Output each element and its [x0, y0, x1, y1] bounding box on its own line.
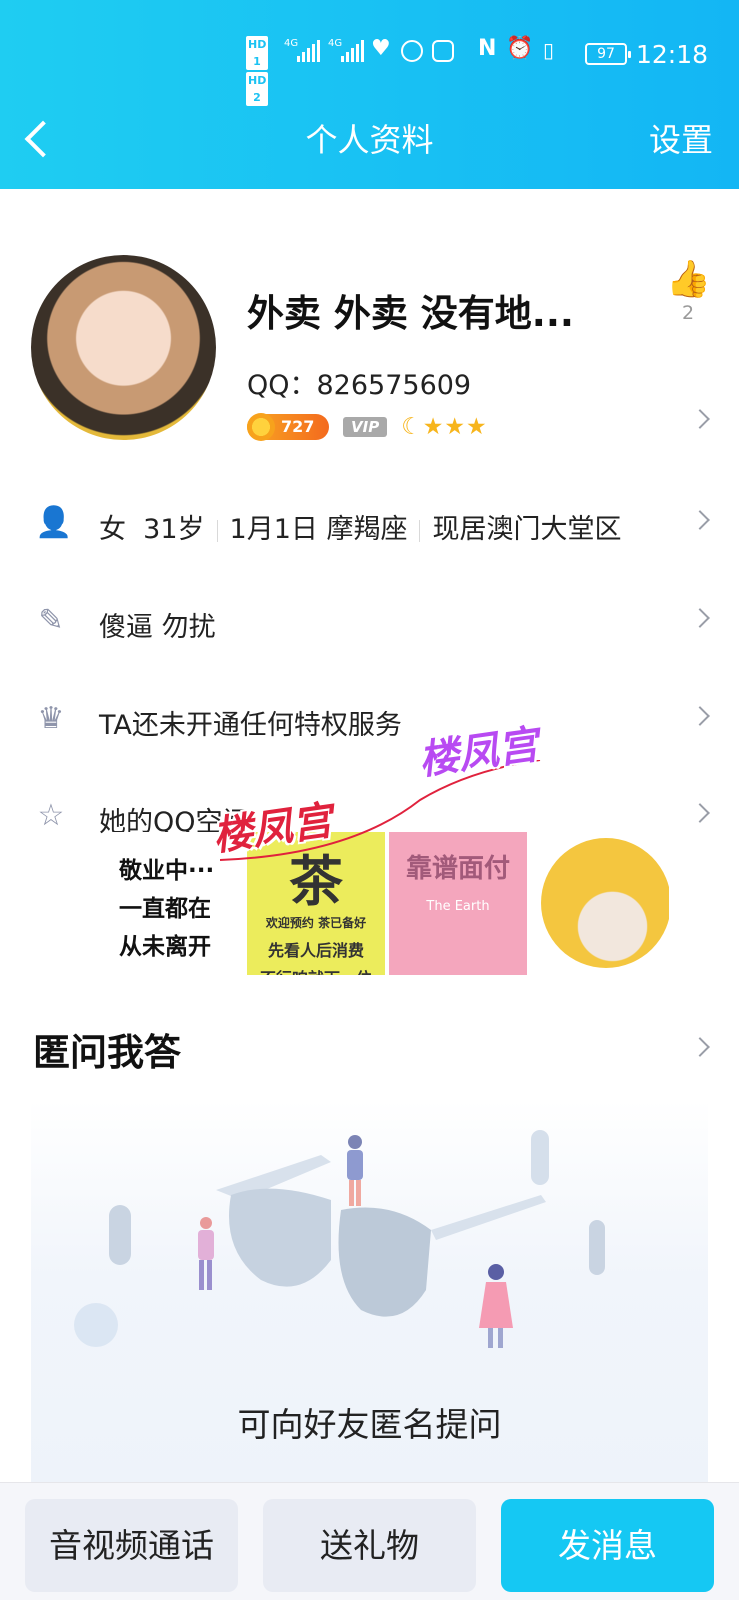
alarm-icon: ⏰	[506, 36, 534, 61]
profile-chevron-icon[interactable]	[690, 409, 710, 429]
photo-text-line: 不行咱就下一位	[247, 965, 385, 975]
meme-helmet-image	[541, 838, 669, 968]
level-badges[interactable]: 727 VIP ☾★★★	[247, 413, 488, 441]
basic-info-text: 女 31岁 1月1日 摩羯座 现居澳门大堂区	[99, 507, 621, 546]
age: 31岁	[143, 514, 205, 545]
anon-qa-illustration[interactable]: 可向好友匿名提问	[31, 1100, 708, 1490]
signal2-icon	[341, 40, 364, 62]
profile-page: HD 1 HD 2 4G 4G ♥ N ⏰ ▯ 97 12:18 个人资料 设置…	[0, 0, 739, 1600]
qzone-photo[interactable]	[531, 832, 669, 975]
privilege-row[interactable]: ♛ TA还未开通任何特权服务	[0, 683, 739, 763]
photo-text-line: 先看人后消费	[267, 941, 364, 960]
net2-label: 4G	[328, 38, 343, 49]
like-button[interactable]: 👍 2	[666, 258, 711, 324]
header: HD 1 HD 2 4G 4G ♥ N ⏰ ▯ 97 12:18 个人资料 设置	[0, 0, 739, 189]
sunglasses-illustration	[74, 1130, 605, 1348]
photo-text-line: 一直都在	[119, 896, 211, 922]
chevron-right-icon	[690, 803, 710, 823]
send-message-button[interactable]: 发消息	[501, 1499, 714, 1592]
page-title: 个人资料	[305, 121, 434, 159]
basic-info-row[interactable]: 👤 女 31岁 1月1日 摩羯座 现居澳门大堂区	[0, 487, 739, 567]
chevron-right-icon	[690, 706, 710, 726]
birthday: 1月1日 摩羯座	[229, 514, 408, 545]
signal-icon	[297, 40, 320, 62]
pencil-icon: ✎	[38, 603, 64, 638]
send-gift-button[interactable]: 送礼物	[263, 1499, 476, 1592]
battery-icon: 97	[585, 43, 631, 65]
hd2-label: HD 2	[246, 72, 268, 106]
photo-text-line: 从未离开	[119, 934, 211, 960]
gender: 女	[99, 514, 126, 545]
person-icon: 👤	[35, 505, 73, 540]
heart-icon: ♥	[371, 36, 391, 61]
anon-qa-prompt: 可向好友匿名提问	[237, 1405, 502, 1444]
qq-number: QQ：826575609	[247, 370, 472, 401]
vibrate-icon: ▯	[543, 38, 555, 62]
divider	[419, 519, 421, 542]
photo-text-line: 欢迎预约 茶已备好	[265, 916, 367, 930]
anon-qa-title: 匿问我答	[33, 1031, 181, 1074]
qzone-star-icon: ☆	[37, 798, 65, 833]
privilege-text: TA还未开通任何特权服务	[99, 710, 402, 741]
signature-text: 傻逼 勿扰	[99, 612, 216, 643]
chevron-right-icon	[690, 510, 710, 530]
avatar[interactable]	[31, 255, 216, 440]
video-call-button[interactable]: 音视频通话	[25, 1499, 238, 1592]
bottom-action-bar: 音视频通话 送礼物 发消息	[0, 1482, 739, 1600]
clock: 12:18	[636, 40, 709, 69]
signature-row[interactable]: ✎ 傻逼 勿扰	[0, 585, 739, 665]
like-count: 2	[681, 302, 695, 324]
hd1-label: HD 1	[246, 36, 268, 70]
settings-button[interactable]: 设置	[649, 115, 713, 161]
level-stars-icon: ☾★★★	[401, 414, 488, 440]
coin-level-badge: 727	[247, 413, 329, 441]
vip-badge: VIP	[343, 417, 388, 437]
nfc-icon: N	[478, 36, 497, 61]
nickname: 外卖 外卖 没有地...	[247, 292, 574, 335]
hd-indicator: HD 1 HD 2	[246, 36, 268, 108]
crown-icon: ♛	[37, 701, 65, 736]
status-bar: HD 1 HD 2 4G 4G ♥ N ⏰ ▯ 97 12:18	[0, 0, 739, 108]
divider	[216, 519, 218, 542]
anon-qa-chevron-icon[interactable]	[690, 1037, 710, 1057]
photo-subtitle: The Earth	[426, 899, 490, 914]
net1-label: 4G	[284, 38, 299, 49]
thumbs-up-icon: 👍	[666, 259, 711, 300]
chevron-right-icon	[690, 608, 710, 628]
app-icon	[401, 40, 423, 62]
location: 现居澳门大堂区	[432, 514, 622, 545]
music-icon	[432, 40, 454, 62]
